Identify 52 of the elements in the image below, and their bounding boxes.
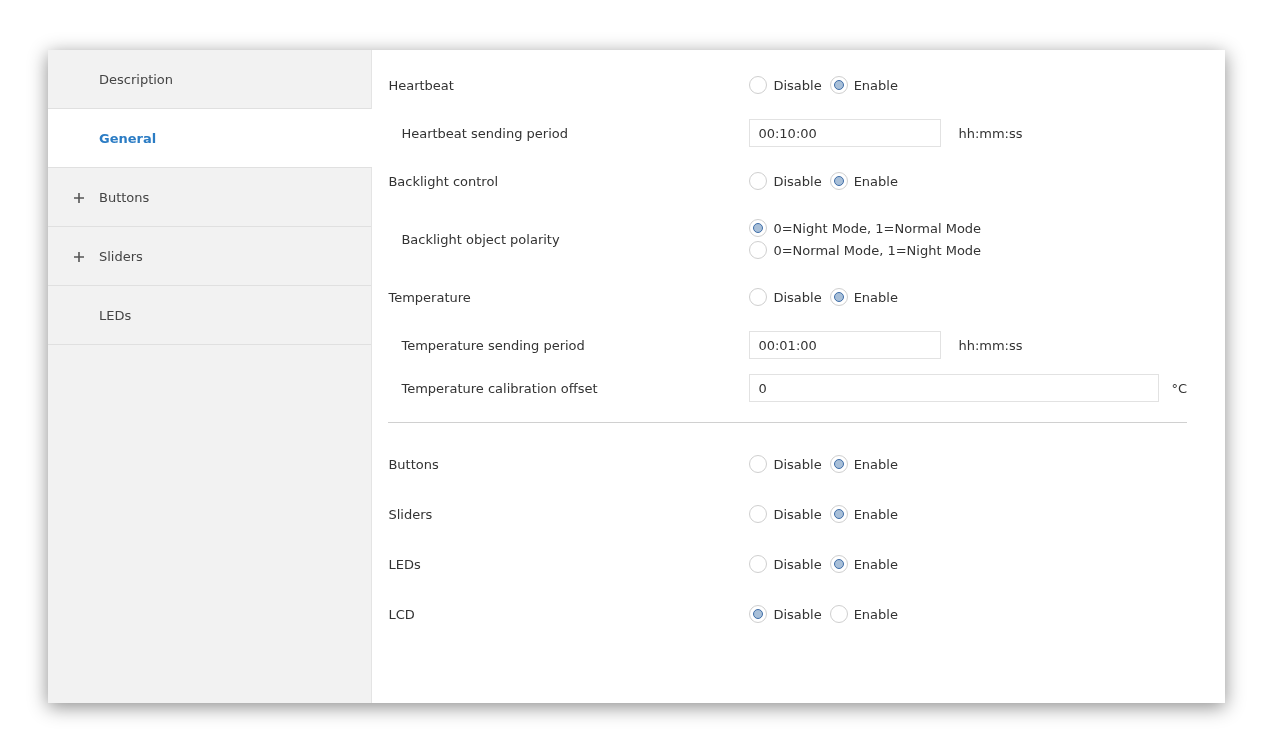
radio-option[interactable]: Enable xyxy=(829,605,898,623)
parameter-label: Heartbeat xyxy=(388,77,455,93)
parameter-label: Backlight object polarity xyxy=(401,231,561,247)
parameter-label: Temperature sending period xyxy=(401,337,586,353)
parameter-label: Temperature calibration offset xyxy=(401,380,599,396)
parameter-label: LEDs xyxy=(388,556,422,572)
radio-button[interactable] xyxy=(829,605,848,623)
radio-option[interactable]: Enable xyxy=(829,288,898,306)
parameter-label: LCD xyxy=(388,606,416,622)
sidebar-item[interactable]: General xyxy=(48,109,373,168)
radio-option[interactable]: 0=Normal Mode, 1=Night Mode xyxy=(749,241,982,259)
radio-button[interactable] xyxy=(829,172,848,190)
radio-button[interactable] xyxy=(829,505,848,523)
parameter-label: Buttons xyxy=(388,456,440,472)
radio-button[interactable] xyxy=(829,555,848,573)
radio-option[interactable]: Disable xyxy=(749,455,822,473)
parameter-label: Backlight control xyxy=(388,173,499,189)
radio-button[interactable] xyxy=(749,505,768,523)
radio-button[interactable] xyxy=(749,455,768,473)
plus-icon[interactable] xyxy=(74,252,84,262)
radio-button[interactable] xyxy=(829,455,848,473)
radio-button[interactable] xyxy=(829,288,848,306)
radio-option[interactable]: Enable xyxy=(829,76,898,94)
radio-option[interactable]: Disable xyxy=(749,605,822,623)
radio-option[interactable]: Disable xyxy=(749,288,822,306)
radio-option[interactable]: Enable xyxy=(829,455,898,473)
unit-label: °C xyxy=(1171,380,1187,396)
radio-button[interactable] xyxy=(749,219,768,237)
radio-option[interactable]: Disable xyxy=(749,555,822,573)
radio-option[interactable]: Enable xyxy=(829,555,898,573)
radio-option[interactable]: Enable xyxy=(829,505,898,523)
radio-option[interactable]: Disable xyxy=(749,505,822,523)
radio-button[interactable] xyxy=(749,555,768,573)
radio-button[interactable] xyxy=(829,76,848,94)
radio-button[interactable] xyxy=(749,605,768,623)
plus-icon[interactable] xyxy=(74,193,84,203)
radio-option[interactable]: 0=Night Mode, 1=Normal Mode xyxy=(749,219,982,237)
parameter-label: Sliders xyxy=(388,506,434,522)
unit-label: hh:mm:ss xyxy=(958,125,1023,141)
radio-button[interactable] xyxy=(749,76,768,94)
radio-button[interactable] xyxy=(749,241,768,259)
parameter-label: Heartbeat sending period xyxy=(401,125,569,141)
radio-option[interactable]: Disable xyxy=(749,76,822,94)
parameter-label: Temperature xyxy=(388,289,472,305)
number-field[interactable]: 0 xyxy=(749,374,1160,402)
radio-button[interactable] xyxy=(749,288,768,306)
radio-button[interactable] xyxy=(749,172,768,190)
radio-option[interactable]: Disable xyxy=(749,172,822,190)
time-field[interactable]: 00:01:00 xyxy=(749,331,942,359)
radio-option[interactable]: Enable xyxy=(829,172,898,190)
time-field[interactable]: 00:10:00 xyxy=(749,119,942,147)
unit-label: hh:mm:ss xyxy=(958,337,1023,353)
